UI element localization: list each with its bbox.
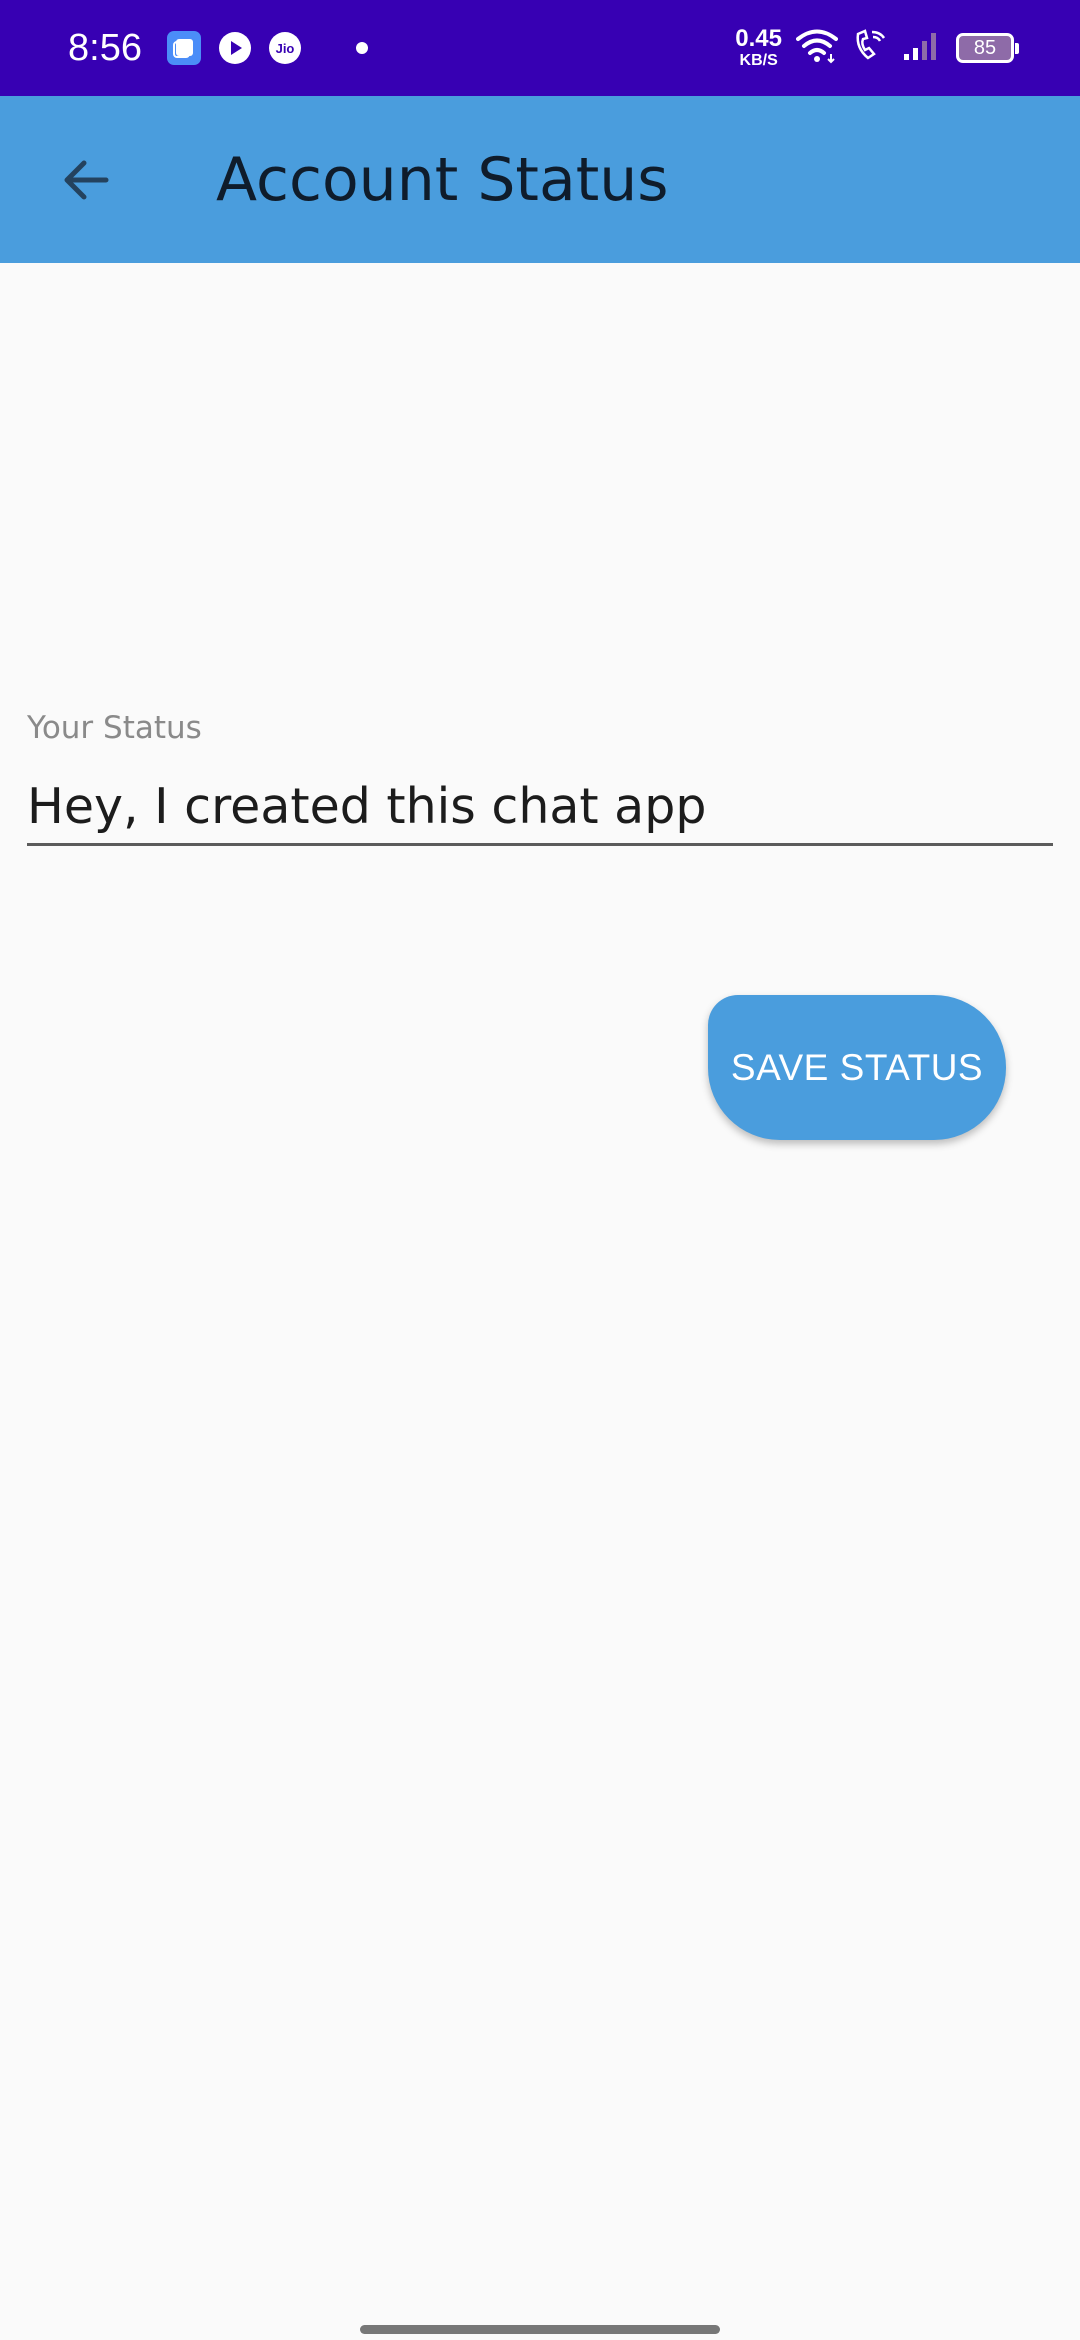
jio-icon: Jio (268, 31, 302, 65)
battery-icon: 85 (956, 33, 1019, 63)
battery-level: 85 (973, 36, 997, 59)
gesture-navigation-bar[interactable] (360, 2325, 720, 2334)
wifi-icon (796, 28, 838, 69)
status-input[interactable] (27, 770, 1053, 846)
back-button[interactable] (46, 140, 126, 220)
screen: 8:56 Jio 0.45 KB/S 85 Account Status You… (0, 0, 1080, 2340)
status-field-label: Your Status (27, 710, 202, 746)
status-bar: 8:56 Jio 0.45 KB/S 85 (0, 0, 1080, 96)
dot-icon (356, 42, 368, 54)
signal-icon (902, 30, 942, 67)
save-status-button[interactable]: SAVE STATUS (708, 995, 1006, 1140)
network-speed-value: 0.45 (735, 25, 782, 52)
play-icon (218, 31, 252, 65)
app-bar: Account Status (0, 96, 1080, 263)
status-system-icons: 0.45 KB/S 85 (735, 24, 1019, 72)
jio-label: Jio (276, 41, 295, 56)
network-speed-unit: KB/S (739, 52, 778, 69)
status-notification-icons: Jio (166, 28, 368, 68)
arrow-left-icon (64, 160, 109, 200)
app-window-icon (166, 30, 202, 66)
page-title: Account Status (216, 145, 669, 215)
network-speed: 0.45 KB/S (735, 27, 782, 69)
wifi-calling-icon (852, 28, 888, 69)
status-time: 8:56 (68, 27, 142, 69)
